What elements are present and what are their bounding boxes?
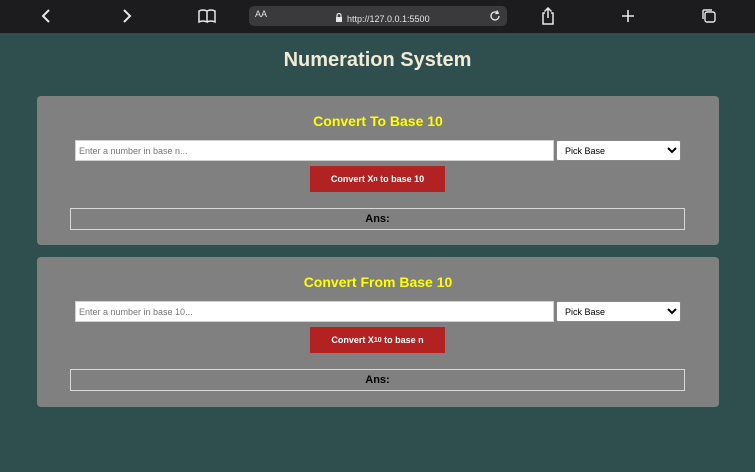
to-base10-answer-box: Ans: [70,208,685,230]
text-size-button[interactable]: AA [255,9,267,19]
page-title: Numeration System [283,49,472,71]
forward-icon[interactable] [114,4,138,28]
back-icon[interactable] [35,4,59,28]
convert-to-base10-title: Convert To Base 10 [313,113,443,129]
url-display[interactable]: http://127.0.0.1:5500 [335,10,430,28]
new-tab-icon[interactable] [616,4,640,28]
convert-to-base10-card: Convert To Base 10 Pick Base Convert Xn … [37,96,719,245]
from-base10-answer-box: Ans: [70,369,685,391]
share-icon[interactable] [536,4,560,28]
convert-to-base10-button[interactable]: Convert Xn to base 10 [310,166,445,192]
button-label-subscript: 10 [373,336,382,344]
url-text: http://127.0.0.1:5500 [347,14,430,24]
button-label-suffix: to base 10 [377,174,425,184]
base-n-input[interactable] [75,140,554,161]
button-label-prefix: Convert X [331,335,374,345]
browser-toolbar: AA http://127.0.0.1:5500 [0,0,755,33]
button-label-suffix: to base n [381,335,424,345]
button-label-prefix: Convert X [330,174,374,184]
answer-label: Ans: [365,213,390,225]
from-base10-base-select[interactable]: Pick Base [556,301,681,322]
answer-label: Ans: [365,374,390,386]
bookmarks-icon[interactable] [195,4,219,28]
address-bar[interactable]: AA http://127.0.0.1:5500 [249,6,507,26]
lock-icon [335,10,343,28]
convert-from-base10-button[interactable]: Convert X 10 to base n [310,327,445,353]
reload-icon[interactable] [487,8,503,24]
convert-from-base10-card: Convert From Base 10 Pick Base Convert X… [37,257,719,407]
base-10-input[interactable] [75,301,554,322]
tabs-icon[interactable] [697,4,721,28]
convert-from-base10-title: Convert From Base 10 [303,274,453,290]
to-base10-base-select[interactable]: Pick Base [556,140,681,161]
